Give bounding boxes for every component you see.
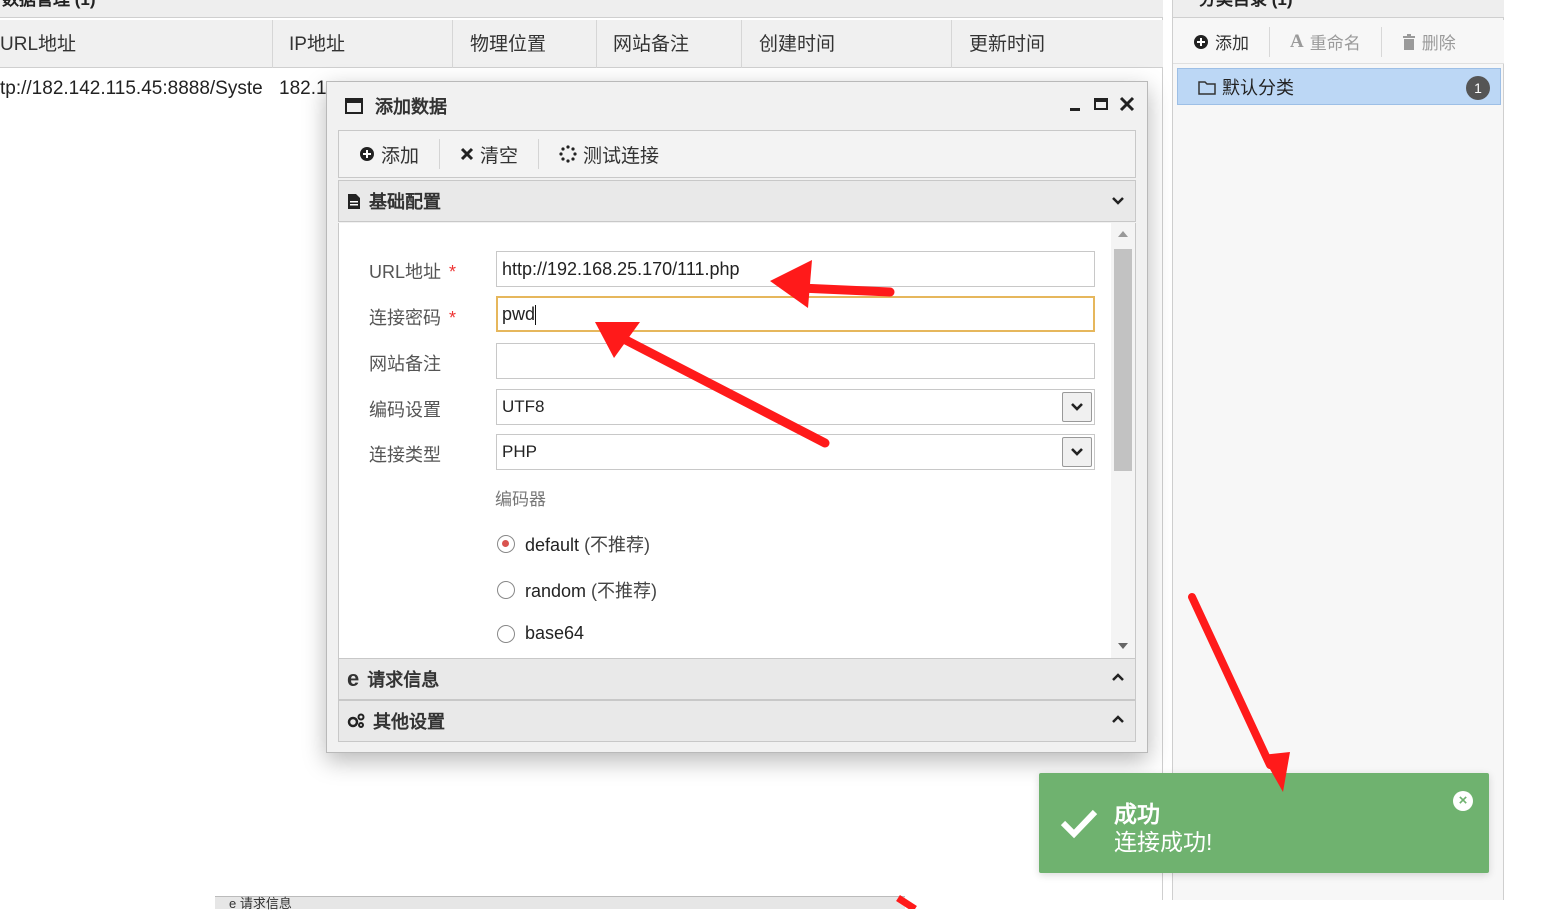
column-header-note[interactable]: 网站备注 [597, 20, 742, 68]
category-rename-label: 重命名 [1309, 34, 1361, 53]
scroll-up-arrow[interactable] [1118, 231, 1128, 237]
encoder-default-name: default [525, 535, 580, 555]
encoder-default-note: (不推荐) [584, 535, 651, 555]
dialog-title-bar[interactable]: 添加数据 [327, 82, 1147, 130]
plus-circle-icon [360, 147, 374, 161]
dialog-clear-button[interactable]: 清空 [440, 139, 540, 169]
row-ip-cell: 182.1 [279, 78, 327, 99]
chevron-down-icon [1112, 197, 1124, 205]
connection-type-value: PHP [502, 442, 537, 461]
scroll-down-arrow[interactable] [1118, 643, 1128, 649]
close-icon[interactable] [1119, 96, 1135, 112]
note-label: 网站备注 [369, 354, 441, 374]
window-edge [1504, 0, 1563, 909]
category-item-label: 默认分类 [1222, 77, 1294, 98]
column-header-updated[interactable]: 更新时间 [952, 20, 1163, 68]
bottom-request-tab[interactable]: e 请求信息 [215, 896, 905, 910]
password-field[interactable]: pwd [496, 296, 1095, 332]
data-grid-header: URL地址 IP地址 物理位置 网站备注 创建时间 更新时间 [0, 20, 1163, 68]
dialog-add-label: 添加 [381, 145, 420, 167]
type-label: 连接类型 [369, 445, 441, 465]
category-count-badge: 1 [1466, 76, 1490, 100]
encoder-base64-name: base64 [525, 623, 585, 643]
category-delete-label: 删除 [1421, 34, 1456, 53]
dialog-clear-label: 清空 [480, 145, 519, 167]
encoding-value: UTF8 [502, 397, 545, 416]
check-icon [1060, 809, 1098, 839]
dialog-test-connection-button[interactable]: 测试连接 [539, 139, 679, 169]
ie-icon: e [347, 666, 360, 691]
chevron-down-icon[interactable] [1062, 437, 1092, 467]
text-caret [535, 305, 537, 326]
chevron-down-icon[interactable] [1062, 392, 1092, 422]
category-add-button[interactable]: 添加 [1173, 26, 1270, 57]
encoder-option-base64[interactable]: base64 [497, 623, 584, 644]
category-add-label: 添加 [1215, 34, 1249, 53]
category-item-default[interactable]: 默认分类 1 [1177, 68, 1501, 105]
toast-close-icon[interactable]: × [1453, 791, 1473, 811]
radio-random[interactable] [497, 581, 515, 599]
maximize-icon[interactable] [1093, 96, 1109, 112]
encoder-random-note: (不推荐) [591, 581, 658, 601]
scroll-thumb[interactable] [1114, 249, 1132, 471]
dialog-title: 添加数据 [375, 97, 447, 117]
url-label: URL地址 * [369, 262, 457, 282]
password-value: pwd [502, 304, 536, 324]
font-icon: A [1290, 30, 1304, 52]
url-field[interactable]: http://192.168.25.170/111.php [496, 251, 1095, 287]
window-icon [345, 98, 363, 114]
section-request-info[interactable]: e 请求信息 [338, 658, 1136, 700]
encoder-title: 编码器 [495, 490, 546, 509]
spinner-icon [559, 145, 577, 163]
category-rename-button[interactable]: A 重命名 [1270, 26, 1382, 57]
required-mark: * [449, 308, 457, 328]
toast-message: 连接成功! [1114, 829, 1213, 855]
section-other-settings[interactable]: 其他设置 [338, 700, 1136, 742]
gears-icon [347, 713, 365, 728]
section-basic-label: 基础配置 [369, 192, 441, 212]
note-field[interactable] [496, 343, 1095, 379]
encoding-select[interactable]: UTF8 [496, 389, 1095, 425]
category-delete-button[interactable]: 删除 [1382, 27, 1476, 57]
dialog-add-button[interactable]: 添加 [339, 139, 441, 169]
file-icon [348, 193, 360, 209]
section-basic-config[interactable]: 基础配置 [338, 180, 1136, 222]
column-header-url[interactable]: URL地址 [0, 20, 273, 68]
dialog-toolbar: 添加 清空 测试连接 [338, 130, 1136, 178]
data-panel-header: 数据管理 (1) [0, 0, 1163, 18]
encoder-option-default[interactable]: default (不推荐) [497, 531, 650, 557]
section-request-label: 请求信息 [367, 670, 440, 690]
required-mark: * [449, 262, 457, 282]
category-toolbar: 添加 A 重命名 删除 [1173, 20, 1505, 64]
radio-base64[interactable] [497, 624, 515, 643]
basic-config-form: URL地址 * http://192.168.25.170/111.php 连接密… [338, 223, 1136, 658]
encoder-random-name: random [525, 581, 587, 601]
row-url-cell: tp://182.142.115.45:8888/Syste [0, 78, 263, 99]
table-row[interactable]: tp://182.142.115.45:8888/Syste 182.1 [0, 72, 333, 106]
folder-icon [1198, 80, 1216, 95]
section-other-label: 其他设置 [373, 712, 445, 732]
category-panel-header: 分类目录 (1) [1173, 0, 1505, 18]
password-label: 连接密码 * [369, 308, 457, 328]
encoding-label: 编码设置 [369, 400, 441, 420]
chevron-up-icon [1112, 673, 1124, 681]
radio-default[interactable] [497, 535, 515, 553]
column-header-created[interactable]: 创建时间 [742, 20, 952, 68]
form-scrollbar[interactable] [1111, 223, 1135, 658]
trash-icon [1402, 33, 1415, 50]
connection-type-select[interactable]: PHP [496, 434, 1095, 470]
minimize-icon[interactable] [1067, 96, 1083, 112]
encoder-option-random[interactable]: random (不推荐) [497, 577, 657, 603]
dialog-test-label: 测试连接 [583, 145, 660, 167]
success-toast: 成功 连接成功! × [1039, 773, 1489, 873]
plus-circle-icon [1194, 34, 1208, 49]
x-icon [460, 147, 474, 161]
category-panel: 分类目录 (1) 添加 A 重命名 删除 默认分类 1 [1172, 0, 1505, 900]
column-header-ip[interactable]: IP地址 [273, 20, 453, 68]
column-header-location[interactable]: 物理位置 [453, 20, 597, 68]
add-data-dialog: 添加数据 添加 清空 测试连接 基础配置 URL地址 * http://192.… [326, 81, 1148, 753]
chevron-up-icon [1112, 715, 1124, 723]
